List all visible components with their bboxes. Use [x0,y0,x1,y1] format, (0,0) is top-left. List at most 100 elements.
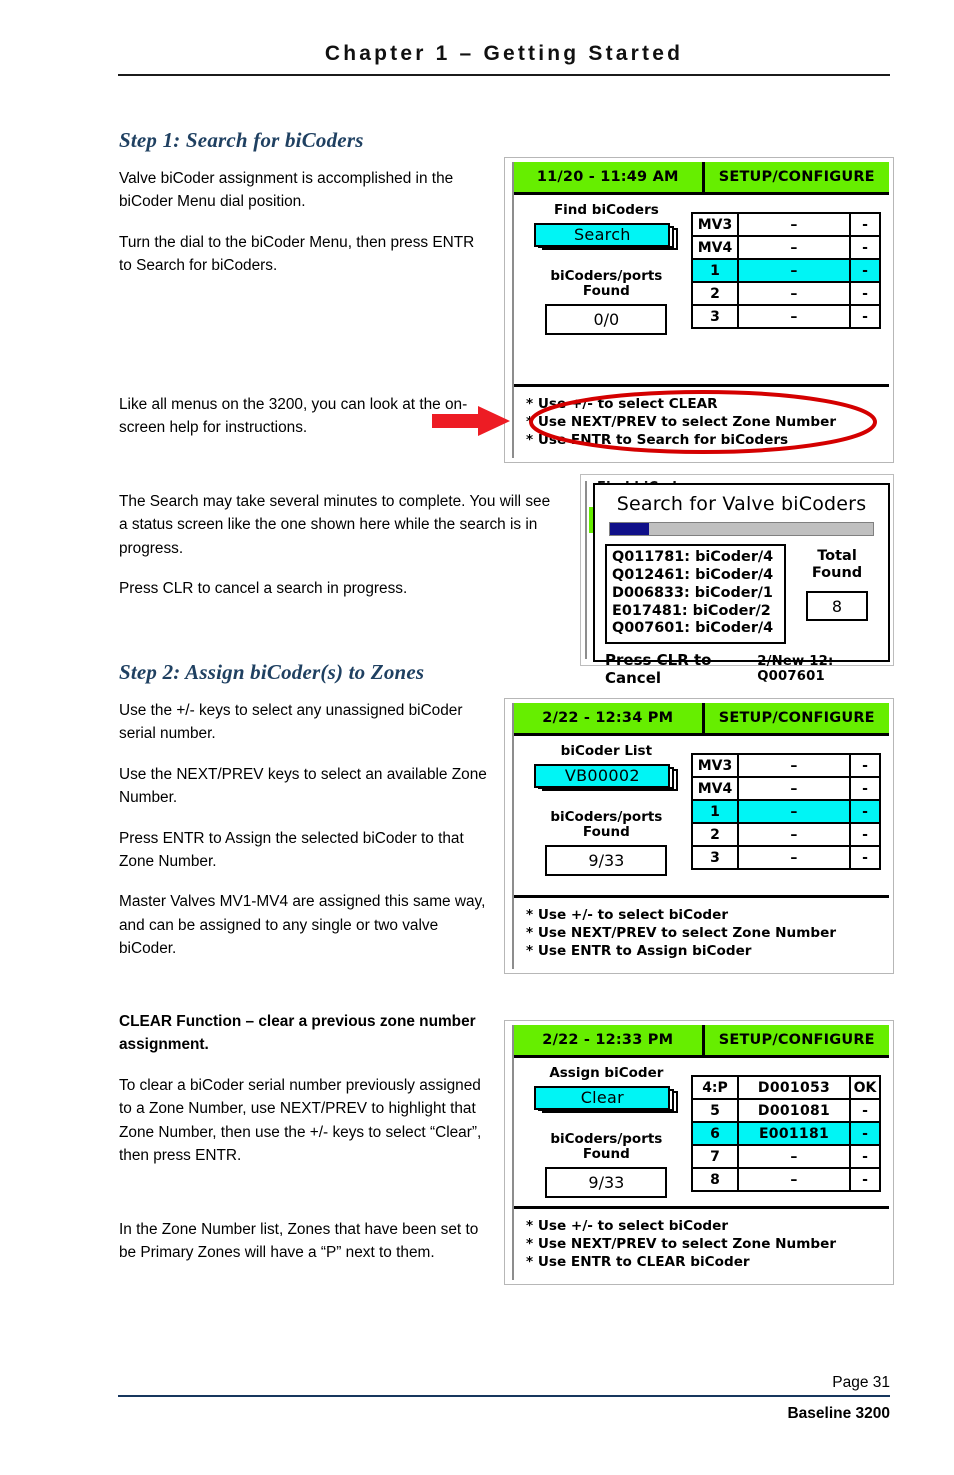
zone-cell[interactable]: 8 [691,1167,739,1192]
zone-cell[interactable]: 6 [691,1121,739,1146]
zone-table-3: MV3 – - MV4 – - 1 – - 2 – - 3 – - [691,753,881,870]
table-row-selected[interactable]: 1 – - [691,799,881,824]
press-clr-to-cancel-label: Press CLR to Cancel [605,651,712,688]
serial-cell[interactable]: – [737,1167,851,1192]
status-cell: - [849,845,881,870]
search-status-text: 2/New 12: Q007601 [757,654,834,685]
status-cell: - [849,1121,881,1146]
zone-cell[interactable]: 2 [691,281,739,306]
zone-cell[interactable]: 4:P [691,1075,739,1100]
serial-cell[interactable]: – [737,258,851,283]
lcd-right-pane-3: MV3 – - MV4 – - 1 – - 2 – - 3 – - [691,743,881,889]
table-row[interactable]: 7 – - [691,1144,881,1169]
found-caption-line1-1: biCoders/ports [550,267,663,284]
step1-paragraph-2: Turn the dial to the biCoder Menu, then … [119,233,475,275]
serial-cell[interactable]: – [737,212,851,237]
help-line-1: * Use +/- to select biCoder [526,1218,729,1235]
help-line-1: * Use +/- to select CLEAR [526,396,718,413]
status-cell: - [849,1098,881,1123]
zone-cell[interactable]: 1 [691,258,739,283]
serial-cell[interactable]: D001053 [737,1075,851,1100]
step2-paragraph-2: Use the NEXT/PREV keys to select an avai… [119,765,487,807]
clear-selector-4[interactable]: Clear [534,1085,679,1113]
serial-cell[interactable]: E001181 [737,1121,851,1146]
table-row[interactable]: 8 – - [691,1167,881,1192]
chapter-title: Chapter 1 – Getting Started [324,42,684,65]
list-item: Q007601: biCoder/4 [612,620,774,637]
search-selector-1[interactable]: Search [534,222,679,250]
serial-cell[interactable]: – [737,799,851,824]
help-line-3: * Use ENTR to Search for biCoders [526,432,789,449]
header-divider [118,74,890,76]
zone-cell[interactable]: MV3 [691,212,739,237]
zone-cell[interactable]: 1 [691,799,739,824]
zone-table-body-4: 4:P D001053 OK 5 D001081 - 6 E001181 - 7… [691,1075,881,1192]
lcd-datetime-1: 11/20 - 11:49 AM [514,162,705,192]
table-row[interactable]: MV3 – - [691,753,881,778]
found-caption-line2-4: Found [582,1146,630,1163]
status-cell: - [849,1167,881,1192]
clear-function-paragraph-2: In the Zone Number list, Zones that have… [119,1221,479,1262]
clear-function-heading: CLEAR Function – clear a previous zone n… [119,1013,476,1054]
status-cell: - [849,822,881,847]
zone-cell[interactable]: 5 [691,1098,739,1123]
lcd-screen-find-bicoders: 11/20 - 11:49 AM SETUP/CONFIGURE Find bi… [514,162,889,458]
serial-cell[interactable]: D001081 [737,1098,851,1123]
help-line-2: * Use NEXT/PREV to select Zone Number [526,925,837,942]
lcd-mode-3: SETUP/CONFIGURE [718,710,875,726]
document-header: Chapter 1 – Getting Started [118,42,890,76]
table-row[interactable]: 5 D001081 - [691,1098,881,1123]
lcd-help-1: * Use +/- to select CLEAR * Use NEXT/PRE… [514,387,889,458]
status-cell: OK [849,1075,881,1100]
step1-paragraph-1: Valve biCoder assignment is accomplished… [119,170,454,211]
zone-cell[interactable]: 3 [691,845,739,870]
serial-cell[interactable]: – [737,1144,851,1169]
search-progress-bar [609,522,874,536]
bicoder-selector-3[interactable]: VB00002 [534,763,679,791]
serial-cell[interactable]: – [737,822,851,847]
lcd-datetime-4: 2/22 - 12:33 PM [514,1025,705,1055]
found-bicoders-list: Q011781: biCoder/4 Q012461: biCoder/4 D0… [605,544,786,645]
table-row[interactable]: 3 – - [691,845,881,870]
lcd-left-pane-3: biCoder List VB00002 biCoders/ports Foun… [522,743,691,889]
serial-cell[interactable]: – [737,235,851,260]
serial-cell[interactable]: – [737,281,851,306]
total-found-line2: Found [811,565,863,582]
lcd-help-3: * Use +/- to select biCoder * Use NEXT/P… [514,898,889,969]
table-row[interactable]: 2 – - [691,822,881,847]
status-cell: - [849,753,881,778]
zone-cell[interactable]: MV4 [691,235,739,260]
help-line-1: * Use +/- to select biCoder [526,907,729,924]
table-row-selected[interactable]: 1 – - [691,258,881,283]
table-row[interactable]: 4:P D001053 OK [691,1075,881,1100]
step1-heading: Step 1: Search for biCoders [119,128,364,152]
zone-cell[interactable]: 7 [691,1144,739,1169]
zone-cell[interactable]: MV4 [691,776,739,801]
table-row[interactable]: 3 – - [691,304,881,329]
table-row-selected[interactable]: 6 E001181 - [691,1121,881,1146]
step2-paragraph-1: Use the +/- keys to select any unassigne… [119,702,463,743]
help-line-3: * Use ENTR to CLEAR biCoder [526,1254,750,1271]
serial-cell[interactable]: – [737,776,851,801]
zone-cell[interactable]: MV3 [691,753,739,778]
table-row[interactable]: MV3 – - [691,212,881,237]
step2-heading: Step 2: Assign biCoder(s) to Zones [119,660,425,684]
zone-cell[interactable]: 3 [691,304,739,329]
selector-value-1[interactable]: Search [534,222,671,247]
selector-value-4[interactable]: Clear [534,1085,671,1110]
serial-cell[interactable]: – [737,845,851,870]
table-row[interactable]: MV4 – - [691,235,881,260]
serial-cell[interactable]: – [737,304,851,329]
screenshot-find-bicoders: 11/20 - 11:49 AM SETUP/CONFIGURE Find bi… [504,157,894,463]
lcd-main-3: biCoder List VB00002 biCoders/ports Foun… [514,736,889,899]
found-value-3: 9/33 [545,844,668,876]
found-value-4: 9/33 [545,1166,668,1198]
lcd-titlebar-3: 2/22 - 12:34 PM SETUP/CONFIGURE [514,703,889,736]
table-row[interactable]: MV4 – - [691,776,881,801]
zone-cell[interactable]: 2 [691,822,739,847]
table-row[interactable]: 2 – - [691,281,881,306]
lcd-main-1: Find biCoders Search biCoders/ports Foun… [514,195,889,388]
serial-cell[interactable]: – [737,753,851,778]
lcd-mode-1: SETUP/CONFIGURE [718,169,875,185]
selector-value-3[interactable]: VB00002 [534,763,671,788]
